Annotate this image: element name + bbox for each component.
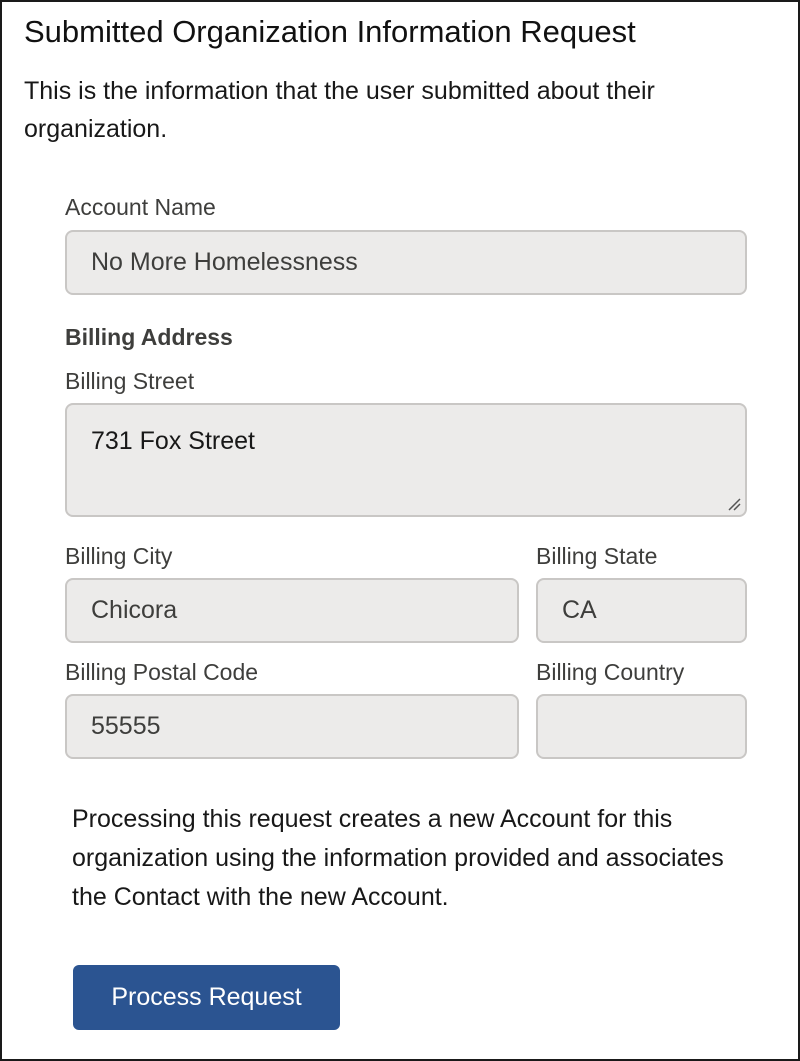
resize-handle-icon[interactable] xyxy=(727,497,741,511)
billing-city-field[interactable]: Chicora xyxy=(65,578,519,643)
billing-street-value: 731 Fox Street xyxy=(91,427,255,455)
account-name-label: Account Name xyxy=(65,194,216,220)
processing-note: Processing this request creates a new Ac… xyxy=(72,805,724,911)
billing-country-label: Billing Country xyxy=(536,659,685,685)
billing-city-value: Chicora xyxy=(91,596,178,624)
billing-state-value: CA xyxy=(562,596,597,624)
billing-country-field[interactable] xyxy=(536,694,747,759)
account-name-value: No More Homelessness xyxy=(91,248,358,276)
billing-street-label: Billing Street xyxy=(65,368,195,394)
billing-postal-code-value: 55555 xyxy=(91,712,161,740)
billing-address-heading: Billing Address xyxy=(65,324,233,350)
billing-postal-code-field[interactable]: 55555 xyxy=(65,694,519,759)
process-request-button[interactable]: Process Request xyxy=(73,965,340,1030)
billing-state-field[interactable]: CA xyxy=(536,578,747,643)
billing-postal-code-label: Billing Postal Code xyxy=(65,659,259,685)
billing-state-label: Billing State xyxy=(536,543,658,569)
billing-city-label: Billing City xyxy=(65,543,173,569)
page-description: This is the information that the user su… xyxy=(24,77,655,143)
account-name-field[interactable]: No More Homelessness xyxy=(65,230,747,295)
billing-street-textarea[interactable]: 731 Fox Street xyxy=(65,403,747,517)
page-title: Submitted Organization Information Reque… xyxy=(24,14,636,49)
